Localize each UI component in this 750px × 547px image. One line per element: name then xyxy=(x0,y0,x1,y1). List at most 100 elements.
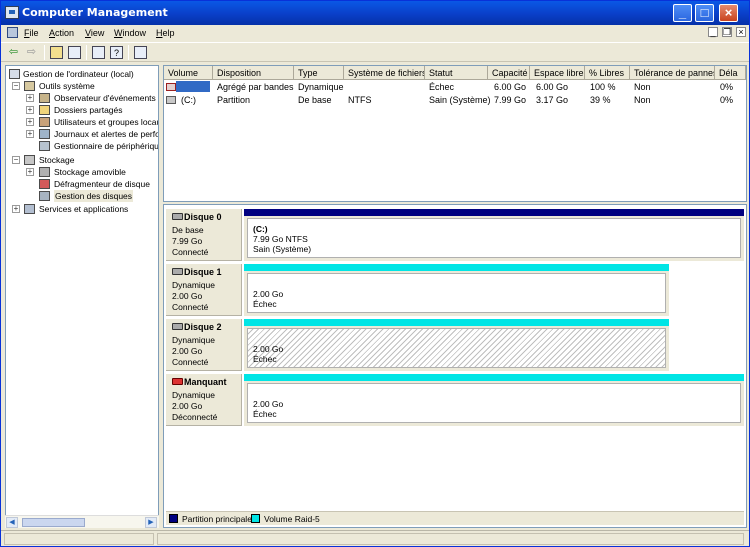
show-hide-tree-icon[interactable] xyxy=(68,46,81,59)
selected-volume-name[interactable] xyxy=(176,81,210,92)
tree-item-label: Gestionnaire de périphériques xyxy=(54,141,158,151)
column-header-capacity[interactable]: Capacité xyxy=(488,66,530,80)
tree-item-storage[interactable]: − Stockage xyxy=(8,154,158,166)
cell-volume: (C:) xyxy=(181,95,196,105)
mdi-close-icon[interactable]: × xyxy=(736,27,746,37)
collapse-icon[interactable]: − xyxy=(12,156,20,164)
column-header-volume[interactable]: Volume xyxy=(164,66,213,80)
disk-state: Déconnecté xyxy=(172,412,218,422)
tree-item-label: Dossiers partagés xyxy=(54,105,123,115)
mdi-minimize-icon[interactable]: _ xyxy=(708,27,718,37)
properties-icon[interactable] xyxy=(92,46,105,59)
disk-management-icon xyxy=(39,191,50,201)
column-header-disposition[interactable]: Disposition xyxy=(213,66,294,80)
expand-icon[interactable]: + xyxy=(26,130,34,138)
cell-type: Dynamique xyxy=(298,82,344,92)
menu-view[interactable]: View xyxy=(85,28,104,38)
volume-size: 2.00 Go xyxy=(253,399,284,409)
tree-item-removable-storage[interactable]: + Stockage amovible xyxy=(8,166,158,178)
missing-disk-volume[interactable]: 2.00 Go Échec xyxy=(244,374,744,426)
disk-0-label[interactable]: Disque 0 De base 7.99 Go Connecté xyxy=(166,209,242,261)
volume-size: 2.00 Go xyxy=(253,344,284,354)
expand-icon[interactable]: + xyxy=(26,106,34,114)
disk-type: Dynamique xyxy=(172,280,215,290)
tree-item-event-viewer[interactable]: + Observateur d'événements xyxy=(8,92,158,104)
disk-size: 2.00 Go xyxy=(172,401,203,411)
refresh-icon[interactable] xyxy=(134,46,147,59)
raid5-volume-content[interactable]: 2.00 Go Échec xyxy=(247,383,741,423)
tree-item-label: Utilisateurs et groupes locaux xyxy=(54,117,158,127)
status-cell xyxy=(157,533,744,545)
mdi-restore-icon[interactable]: ❐ xyxy=(722,27,732,37)
expand-icon[interactable]: + xyxy=(26,118,34,126)
menu-action[interactable]: Action xyxy=(49,28,74,38)
column-header-filesystem[interactable]: Système de fichiers xyxy=(344,66,425,80)
expand-icon[interactable]: + xyxy=(12,205,20,213)
tree-item-services[interactable]: + Services et applications xyxy=(8,203,158,215)
minimize-button[interactable]: _ xyxy=(673,4,692,22)
column-header-overhead[interactable]: Déla xyxy=(715,66,746,80)
column-header-percent-free[interactable]: % Libres xyxy=(585,66,630,80)
console-tree[interactable]: Gestion de l'ordinateur (local) − Outils… xyxy=(5,65,159,528)
volume-list[interactable]: Volume Disposition Type Système de fichi… xyxy=(163,65,747,202)
title-bar[interactable]: Computer Management _ □ × xyxy=(1,1,749,25)
up-folder-icon[interactable] xyxy=(50,46,63,59)
menu-help[interactable]: Help xyxy=(156,28,175,38)
device-manager-icon xyxy=(39,141,50,151)
performance-logs-icon xyxy=(39,129,50,139)
tree-item-defragmenter[interactable]: Défragmenteur de disque xyxy=(8,178,158,190)
missing-disk-label[interactable]: Manquant Dynamique 2.00 Go Déconnecté xyxy=(166,374,242,426)
raid5-volume-bar xyxy=(244,374,744,381)
defragmenter-icon xyxy=(39,179,50,189)
column-header-fault-tolerance[interactable]: Tolérance de pannes xyxy=(630,66,715,80)
tree-item-logs-alerts[interactable]: + Journaux et alertes de performance xyxy=(8,128,158,140)
primary-partition-swatch xyxy=(169,514,178,523)
tree-item-tools[interactable]: − Outils système xyxy=(8,80,158,92)
tree-item-device-manager[interactable]: Gestionnaire de périphériques xyxy=(8,140,158,152)
tree-item-label: Gestion de l'ordinateur (local) xyxy=(23,69,134,79)
missing-disk-icon xyxy=(172,378,183,385)
column-header-type[interactable]: Type xyxy=(294,66,344,80)
tree-item-disk-management[interactable]: Gestion des disques xyxy=(8,190,158,202)
menu-window[interactable]: Window xyxy=(114,28,146,38)
back-arrow-icon[interactable]: ⇦ xyxy=(7,46,20,59)
forward-arrow-icon[interactable]: ⇨ xyxy=(25,46,38,59)
scroll-left-icon[interactable]: ◀ xyxy=(6,517,18,528)
disk-icon xyxy=(172,323,183,330)
disk-graphical-view[interactable]: Disque 0 De base 7.99 Go Connecté (C:) 7… xyxy=(163,204,747,528)
column-header-status[interactable]: Statut xyxy=(425,66,488,80)
cell-fault-tolerance: Non xyxy=(634,95,651,105)
shared-folder-icon xyxy=(39,105,50,115)
maximize-button[interactable]: □ xyxy=(695,4,714,22)
cell-capacity: 6.00 Go xyxy=(494,82,527,92)
expand-icon[interactable]: + xyxy=(26,168,34,176)
system-menu-icon[interactable] xyxy=(7,27,18,38)
disk-1-volume[interactable]: 2.00 Go Échec xyxy=(244,264,669,316)
disk-0-volume[interactable]: (C:) 7.99 Go NTFS Sain (Système) xyxy=(244,209,744,261)
collapse-icon[interactable]: − xyxy=(12,82,20,90)
volume-legend: Partition principale Volume Raid-5 xyxy=(166,511,744,525)
close-button[interactable]: × xyxy=(719,4,738,22)
raid5-volume-content[interactable]: 2.00 Go Échec xyxy=(247,328,666,368)
help-icon[interactable]: ? xyxy=(110,46,123,59)
column-header-free-space[interactable]: Espace libre xyxy=(530,66,585,80)
volume-c-content[interactable]: (C:) 7.99 Go NTFS Sain (Système) xyxy=(247,218,741,258)
raid5-volume-content[interactable]: 2.00 Go Échec xyxy=(247,273,666,313)
tree-item-label: Gestion des disques xyxy=(54,190,134,202)
disk-state: Connecté xyxy=(172,247,209,257)
scroll-right-icon[interactable]: ▶ xyxy=(145,517,157,528)
disk-2-label[interactable]: Disque 2 Dynamique 2.00 Go Connecté xyxy=(166,319,242,371)
primary-partition-bar xyxy=(244,209,744,216)
tree-item-label: Défragmenteur de disque xyxy=(54,179,150,189)
tree-horizontal-scrollbar[interactable]: ◀ ▶ xyxy=(5,515,159,528)
tree-item-shared-folders[interactable]: + Dossiers partagés xyxy=(8,104,158,116)
expand-icon[interactable]: + xyxy=(26,94,34,102)
disk-1-label[interactable]: Disque 1 Dynamique 2.00 Go Connecté xyxy=(166,264,242,316)
tree-item-root[interactable]: Gestion de l'ordinateur (local) xyxy=(8,68,158,80)
raid5-swatch xyxy=(251,514,260,523)
scroll-thumb[interactable] xyxy=(22,518,85,527)
disk-2-volume[interactable]: 2.00 Go Échec xyxy=(244,319,669,371)
tree-item-users-groups[interactable]: + Utilisateurs et groupes locaux xyxy=(8,116,158,128)
menu-file[interactable]: File xyxy=(24,28,39,38)
cell-type: De base xyxy=(298,95,332,105)
